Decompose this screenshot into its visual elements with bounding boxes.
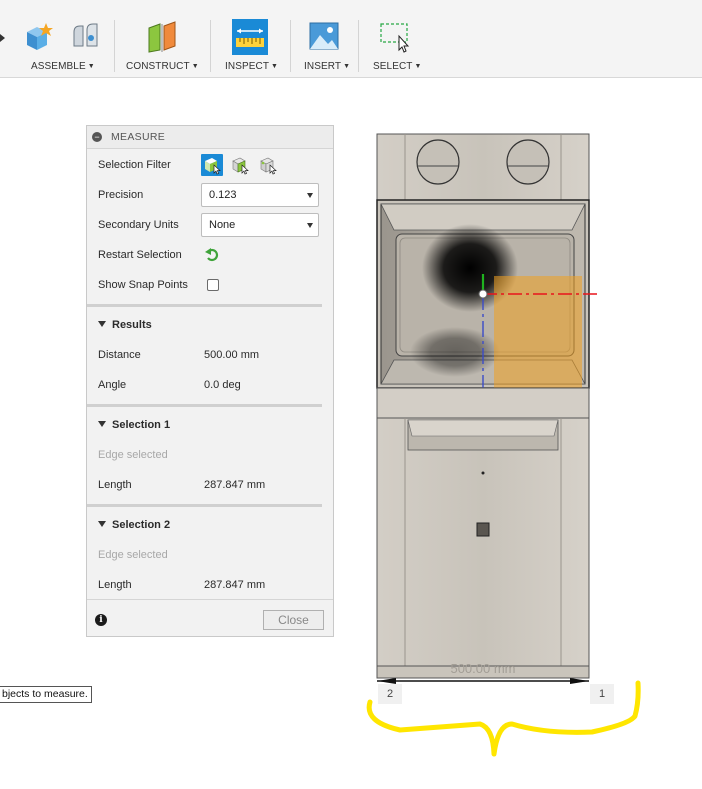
selection-filter-label: Selection Filter	[98, 159, 171, 171]
construct-label[interactable]: CONSTRUCT ▼	[126, 61, 199, 72]
selection1-section-toggle[interactable]: Selection 1	[98, 419, 170, 431]
toolbar-group-select[interactable]: SELECT ▼	[360, 0, 430, 77]
measure-origin-point[interactable]	[478, 289, 488, 299]
3d-viewport[interactable]: 500.00 mm 2 1	[360, 120, 702, 770]
model-cavity-section[interactable]	[376, 199, 598, 406]
precision-label: Precision	[98, 189, 144, 201]
chevron-down-icon	[98, 421, 106, 427]
measure-ruler-icon[interactable]	[232, 19, 268, 55]
toolbar-separator	[210, 20, 211, 72]
show-snap-points-checkbox[interactable]	[207, 279, 219, 291]
selection2-length-label: Length	[98, 579, 132, 591]
face-filter-icon	[205, 158, 221, 175]
distance-label: Distance	[98, 349, 141, 361]
construct-plane-icon[interactable]	[146, 20, 178, 54]
assemble-label[interactable]: ASSEMBLE ▼	[31, 61, 95, 72]
chevron-down-icon	[307, 223, 313, 228]
results-section-toggle[interactable]: Results	[98, 319, 152, 331]
selection2-status: Edge selected	[98, 549, 168, 561]
insert-image-icon[interactable]	[308, 20, 340, 54]
select-window-icon[interactable]	[379, 20, 411, 54]
toolbar-group-assemble[interactable]: ASSEMBLE ▼	[16, 0, 112, 77]
hole-left[interactable]	[416, 139, 460, 185]
restart-selection-label: Restart Selection	[98, 249, 182, 261]
measure-panel-title: MEASURE	[111, 131, 166, 143]
chevron-down-icon	[98, 321, 106, 327]
selection1-length-label: Length	[98, 479, 132, 491]
precision-dropdown[interactable]: 0.123	[201, 183, 319, 207]
select-face-filter-button[interactable]	[201, 154, 223, 176]
selection1-length-value: 287.847 mm	[204, 479, 266, 491]
collapse-icon[interactable]: −	[92, 132, 102, 142]
toolbar-scroll-left-icon[interactable]	[0, 34, 5, 42]
model-top-section[interactable]	[376, 133, 590, 201]
secondary-units-label: Secondary Units	[98, 219, 179, 231]
edge-filter-icon	[232, 157, 249, 175]
toolbar-separator	[114, 20, 115, 72]
measure-panel: − MEASURE Selection Filter Precision 0.1…	[86, 125, 334, 637]
model-canvas[interactable]: 500.00 mm	[360, 120, 702, 770]
select-label[interactable]: SELECT ▼	[373, 61, 422, 72]
toolbar-group-insert[interactable]: INSERT ▼	[292, 0, 356, 77]
angle-value: 0.0 deg	[204, 379, 241, 391]
select-edge-filter-button[interactable]	[229, 154, 251, 176]
section-divider	[87, 304, 322, 307]
panel-footer-divider	[87, 599, 333, 600]
point-label-2: 2	[378, 684, 402, 704]
restart-selection-icon[interactable]	[204, 247, 220, 263]
select-body-filter-button[interactable]	[257, 154, 279, 176]
inspect-label[interactable]: INSPECT ▼	[225, 61, 278, 72]
assemble-joint-icon[interactable]	[70, 20, 102, 54]
model-ledge[interactable]	[376, 387, 590, 419]
precision-value: 0.123	[209, 189, 237, 201]
close-button[interactable]: Close	[263, 610, 324, 630]
secondary-units-value: None	[209, 219, 236, 231]
status-tooltip: bjects to measure.	[0, 686, 92, 703]
info-icon[interactable]: i	[95, 614, 107, 626]
section-divider	[87, 504, 322, 507]
distance-value: 500.00 mm	[204, 349, 260, 361]
hole-right[interactable]	[506, 139, 550, 185]
body-filter-icon	[260, 157, 277, 175]
assemble-new-component-icon[interactable]	[25, 20, 57, 54]
chevron-down-icon	[98, 521, 106, 527]
secondary-units-dropdown[interactable]: None	[201, 213, 319, 237]
point-label-1: 1	[590, 684, 614, 704]
show-snap-points-label: Show Snap Points	[98, 279, 188, 291]
selection2-length-value: 287.847 mm	[204, 579, 266, 591]
selection1-status: Edge selected	[98, 449, 168, 461]
chevron-down-icon	[307, 193, 313, 198]
angle-label: Angle	[98, 379, 127, 391]
toolbar-separator	[358, 20, 359, 72]
highlighted-face[interactable]	[494, 276, 582, 388]
toolbar-group-construct[interactable]: CONSTRUCT ▼	[116, 0, 208, 77]
toolbar-group-inspect[interactable]: INSPECT ▼	[212, 0, 288, 77]
insert-label[interactable]: INSERT ▼	[304, 61, 350, 72]
measure-panel-header: − MEASURE	[87, 126, 333, 149]
toolbar: ASSEMBLE ▼ CONSTRUCT ▼ INSPECT ▼ INSERT …	[0, 0, 702, 78]
dimension-label: 500.00 mm	[450, 661, 515, 676]
selection2-section-toggle[interactable]: Selection 2	[98, 519, 170, 531]
section-divider	[87, 404, 322, 407]
toolbar-separator	[290, 20, 291, 72]
model-lower-body[interactable]	[376, 417, 590, 679]
